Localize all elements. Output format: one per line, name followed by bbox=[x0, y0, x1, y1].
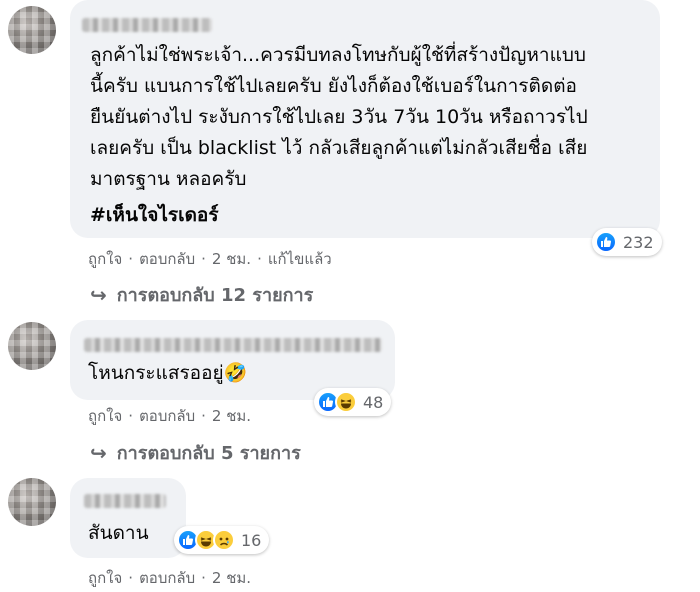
comment-text: สันดาน bbox=[88, 522, 149, 544]
comment-bubble: สันดาน bbox=[70, 478, 186, 558]
reaction-summary[interactable]: 16 bbox=[174, 526, 270, 554]
sad-reaction-icon bbox=[213, 529, 235, 551]
separator: · bbox=[201, 250, 206, 268]
view-replies-link[interactable]: ↪ การตอบกลับ 5 รายการ bbox=[90, 438, 301, 467]
comment-text: ลูกค้าไม่ใช่พระเจ้า...ควรมีบทลงโทษกับผู้… bbox=[90, 44, 588, 190]
haha-reaction-icon bbox=[335, 391, 357, 413]
replies-count-label: การตอบกลับ 12 รายการ bbox=[116, 285, 314, 306]
reaction-count: 48 bbox=[363, 392, 384, 412]
reply-arrow-icon: ↪ bbox=[90, 282, 107, 307]
like-reaction-icon bbox=[595, 231, 617, 253]
avatar[interactable] bbox=[8, 322, 56, 370]
hashtag-link[interactable]: #เห็นใจไรเดอร์ bbox=[90, 200, 219, 230]
reaction-summary[interactable]: 232 bbox=[592, 228, 662, 256]
separator: · bbox=[128, 250, 134, 268]
view-replies-link[interactable]: ↪ การตอบกลับ 12 รายการ bbox=[90, 280, 313, 309]
reply-button[interactable]: ตอบกลับ bbox=[139, 247, 195, 271]
timestamp-link[interactable]: 2 ชม. bbox=[212, 247, 251, 271]
timestamp-link[interactable]: 2 ชม. bbox=[212, 404, 251, 428]
comment-bubble: ลูกค้าไม่ใช่พระเจ้า...ควรมีบทลงโทษกับผู้… bbox=[70, 0, 660, 238]
edited-label[interactable]: แก้ไขแล้ว bbox=[268, 247, 332, 271]
avatar[interactable] bbox=[8, 478, 56, 526]
like-button[interactable]: ถูกใจ bbox=[88, 247, 122, 271]
comment-text: โหนกระแสรออยู่🤣 bbox=[88, 362, 248, 384]
reaction-count: 16 bbox=[241, 530, 262, 550]
comment-actions: ถูกใจ · ตอบกลับ · 2 ชม. · แก้ไขแล้ว bbox=[88, 247, 332, 271]
separator: · bbox=[201, 407, 206, 425]
author-name-blurred[interactable] bbox=[84, 494, 166, 508]
comment-actions: ถูกใจ · ตอบกลับ · 2 ชม. bbox=[88, 404, 251, 428]
reaction-summary[interactable]: 48 bbox=[314, 388, 392, 416]
separator: · bbox=[128, 569, 134, 587]
like-button[interactable]: ถูกใจ bbox=[88, 566, 122, 590]
reply-arrow-icon: ↪ bbox=[90, 440, 107, 465]
reply-button[interactable]: ตอบกลับ bbox=[139, 404, 195, 428]
separator: · bbox=[201, 569, 206, 587]
like-button[interactable]: ถูกใจ bbox=[88, 404, 122, 428]
separator: · bbox=[128, 407, 134, 425]
reaction-count: 232 bbox=[623, 232, 654, 252]
author-name-blurred[interactable] bbox=[84, 338, 382, 352]
reply-button[interactable]: ตอบกลับ bbox=[139, 566, 195, 590]
separator: · bbox=[257, 250, 262, 268]
author-name-blurred[interactable] bbox=[82, 18, 212, 32]
avatar[interactable] bbox=[8, 6, 56, 54]
replies-count-label: การตอบกลับ 5 รายการ bbox=[116, 443, 301, 464]
timestamp-link[interactable]: 2 ชม. bbox=[212, 566, 251, 590]
comment-actions: ถูกใจ · ตอบกลับ · 2 ชม. bbox=[88, 566, 251, 590]
